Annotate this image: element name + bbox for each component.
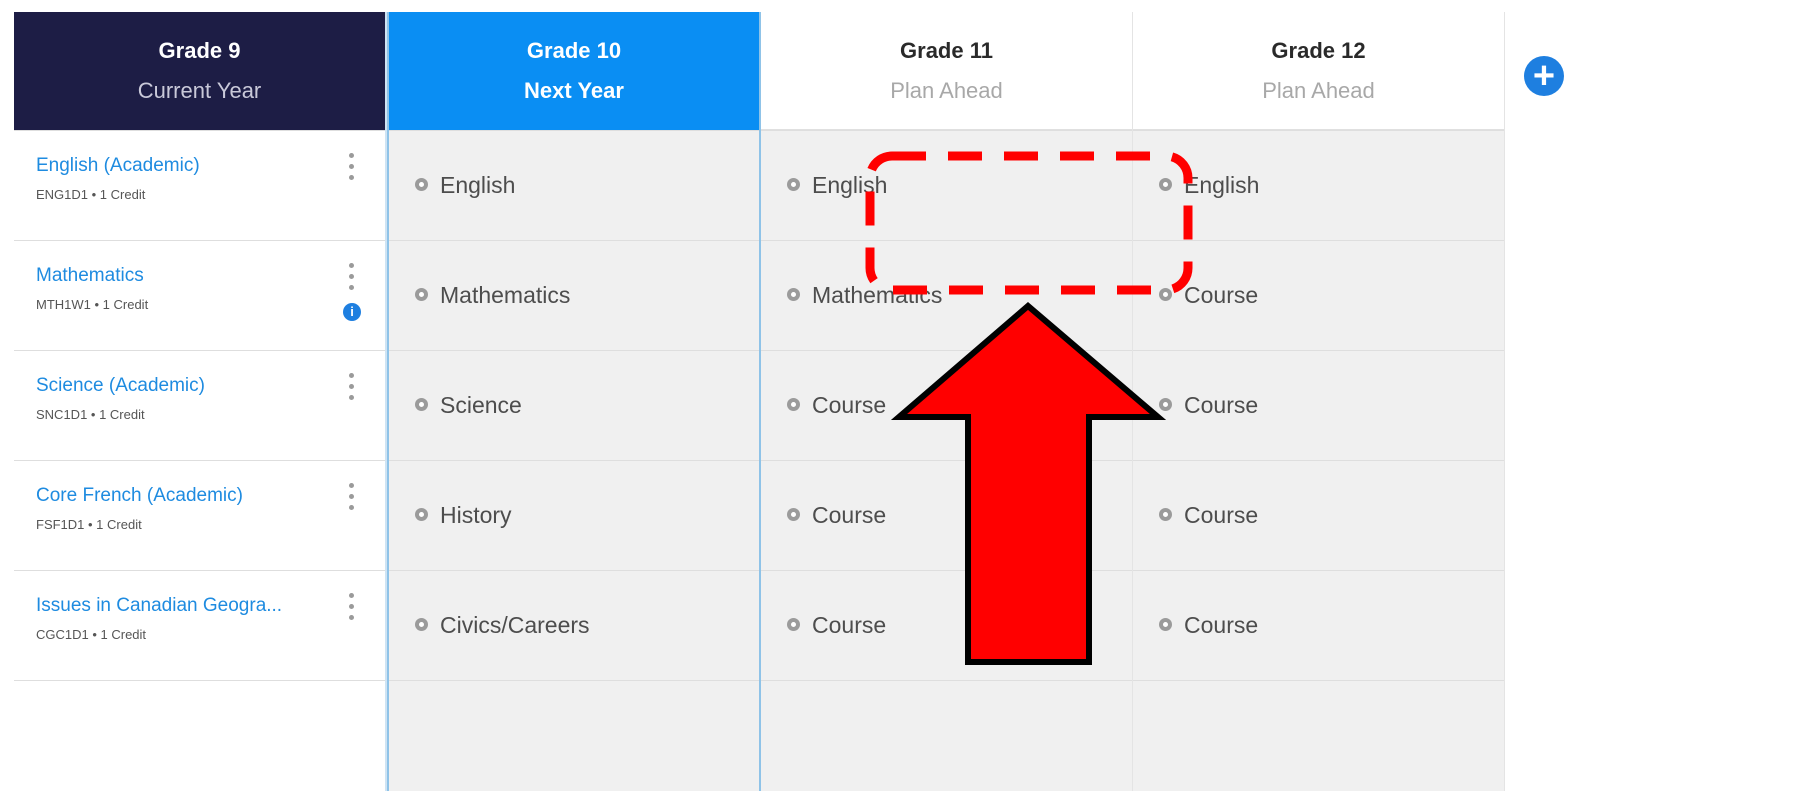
course-code-credit: CGC1D1 • 1 Credit: [36, 627, 147, 642]
course-slot[interactable]: Course: [761, 350, 1132, 460]
slot-label: Course: [812, 612, 887, 638]
course-code-credit: ENG1D1 • 1 Credit: [36, 187, 146, 202]
course-slot[interactable]: Mathematics: [761, 240, 1132, 350]
info-icon[interactable]: i: [343, 303, 361, 321]
course-slot[interactable]: English: [761, 130, 1132, 240]
course-name[interactable]: Science (Academic): [36, 375, 205, 397]
radio-icon: [1159, 618, 1172, 632]
course-card[interactable]: Core French (Academic) FSF1D1 • 1 Credit: [14, 460, 385, 570]
slot-label: Course: [1184, 502, 1259, 528]
course-slot[interactable]: Course: [1133, 240, 1504, 350]
course-slot[interactable]: Science: [389, 350, 759, 460]
slot-label: Course: [812, 502, 887, 528]
grade-subtitle: Plan Ahead: [890, 77, 1003, 103]
grade-title: Grade 12: [1271, 37, 1366, 63]
course-code-credit: FSF1D1 • 1 Credit: [36, 517, 142, 532]
course-slot[interactable]: English: [1133, 130, 1504, 240]
course-card[interactable]: Mathematics MTH1W1 • 1 Credit i: [14, 240, 385, 350]
slot-label: Course: [1184, 282, 1259, 308]
slot-label: Course: [1184, 612, 1259, 638]
slot-label: Mathematics: [440, 282, 571, 308]
course-planner: Grade 9 Current Year English (Academic) …: [14, 12, 1505, 791]
course-code-credit: MTH1W1 • 1 Credit: [36, 297, 149, 312]
grade-subtitle: Current Year: [137, 78, 262, 103]
course-card[interactable]: English (Academic) ENG1D1 • 1 Credit: [14, 130, 385, 240]
grade-11-header[interactable]: Grade 11 Plan Ahead: [761, 12, 1132, 130]
grade-9-header[interactable]: Grade 9 Current Year: [14, 12, 385, 130]
slot-label: History: [440, 502, 512, 528]
course-name[interactable]: Core French (Academic): [36, 485, 243, 507]
grade-title: Grade 10: [526, 38, 622, 63]
grade-subtitle: Next Year: [524, 78, 624, 103]
course-slot[interactable]: Course: [761, 570, 1132, 680]
radio-icon: [415, 178, 428, 192]
radio-icon: [787, 508, 800, 522]
radio-icon: [787, 618, 800, 632]
radio-icon: [415, 508, 428, 522]
course-name[interactable]: Mathematics: [36, 265, 148, 287]
grade-9-column: Grade 9 Current Year English (Academic) …: [14, 12, 387, 791]
course-slot[interactable]: Mathematics: [389, 240, 759, 350]
course-slot[interactable]: History: [389, 460, 759, 570]
slot-label: Course: [1184, 392, 1259, 418]
slot-label: Science: [440, 392, 522, 418]
radio-icon: [415, 398, 428, 412]
more-options-icon[interactable]: [344, 153, 358, 187]
slot-label: Mathematics: [812, 282, 943, 308]
more-options-icon[interactable]: [344, 483, 358, 517]
grade-title: Grade 11: [900, 37, 993, 63]
course-card[interactable]: Issues in Canadian Geogra... CGC1D1 • 1 …: [14, 570, 385, 680]
add-grade-button[interactable]: +: [1524, 56, 1564, 96]
slot-label: English: [1184, 172, 1260, 198]
radio-icon: [1159, 178, 1172, 192]
course-slot[interactable]: Course: [1133, 350, 1504, 460]
course-slot[interactable]: Civics/Careers: [389, 570, 759, 680]
course-name[interactable]: English (Academic): [36, 155, 200, 177]
course-name[interactable]: Issues in Canadian Geogra...: [36, 595, 282, 617]
slot-label: Civics/Careers: [440, 612, 590, 638]
grade-10-header[interactable]: Grade 10 Next Year: [389, 12, 759, 130]
course-slot[interactable]: [1133, 680, 1504, 790]
grade-11-column: Grade 11 Plan Ahead English Mathematics …: [761, 12, 1133, 791]
radio-icon: [415, 288, 428, 302]
course-code-credit: SNC1D1 • 1 Credit: [36, 407, 145, 422]
grade-subtitle: Plan Ahead: [1262, 77, 1375, 103]
slot-label: English: [812, 172, 888, 198]
course-slot[interactable]: Course: [761, 460, 1132, 570]
radio-icon: [787, 178, 800, 192]
more-options-icon[interactable]: [344, 373, 358, 407]
slot-label: English: [440, 172, 516, 198]
grade-10-column: Grade 10 Next Year English Mathematics S…: [387, 12, 761, 791]
radio-icon: [415, 618, 428, 632]
plus-icon: +: [1532, 55, 1556, 97]
more-options-icon[interactable]: [344, 263, 358, 297]
course-card[interactable]: Science (Academic) SNC1D1 • 1 Credit: [14, 350, 385, 460]
course-card[interactable]: [14, 680, 385, 790]
course-slot[interactable]: [389, 680, 759, 790]
radio-icon: [787, 398, 800, 412]
course-slot[interactable]: Course: [1133, 570, 1504, 680]
slot-label: Course: [812, 392, 887, 418]
course-slot[interactable]: [761, 680, 1132, 790]
grade-title: Grade 9: [158, 38, 241, 63]
radio-icon: [1159, 288, 1172, 302]
course-slot[interactable]: English: [389, 130, 759, 240]
radio-icon: [1159, 398, 1172, 412]
radio-icon: [1159, 508, 1172, 522]
grade-12-header[interactable]: Grade 12 Plan Ahead: [1133, 12, 1504, 130]
more-options-icon[interactable]: [344, 593, 358, 627]
course-slot[interactable]: Course: [1133, 460, 1504, 570]
grade-12-column: Grade 12 Plan Ahead English Course Cours…: [1133, 12, 1505, 791]
radio-icon: [787, 288, 800, 302]
